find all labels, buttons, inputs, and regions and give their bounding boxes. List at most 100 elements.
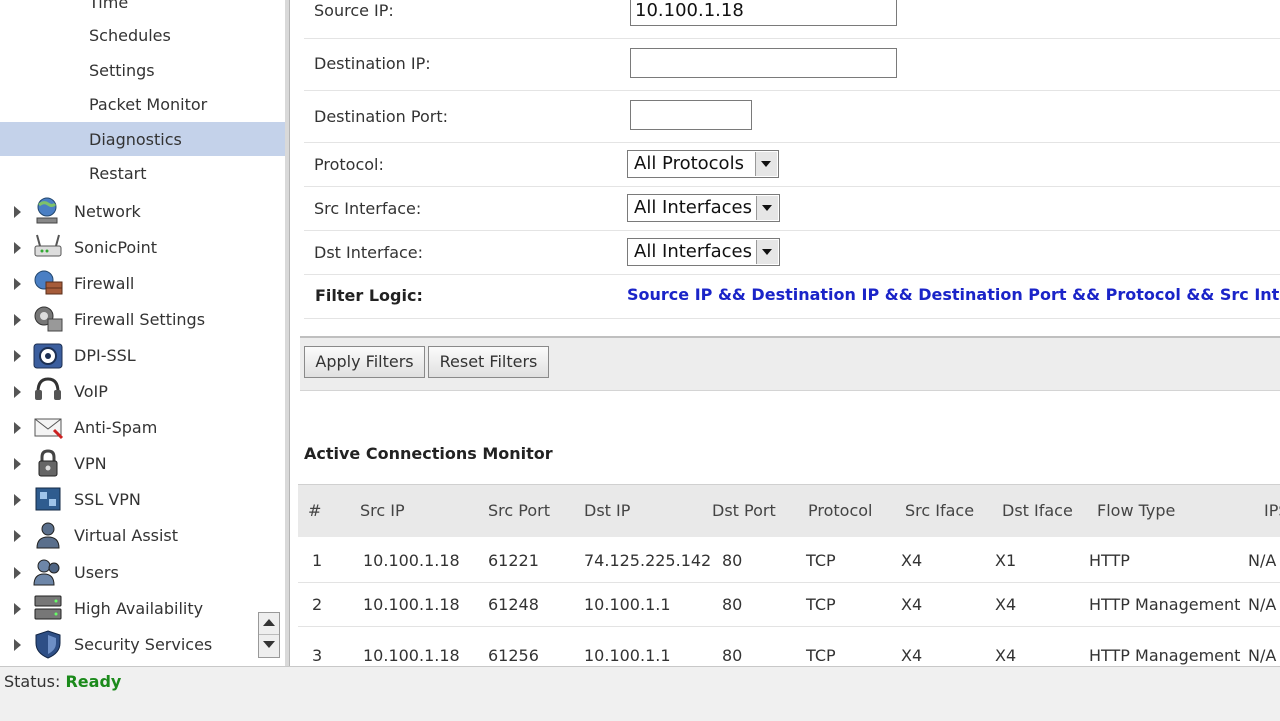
table-cell: 10.100.1.1 [584,646,671,665]
main-panel: Source IP: 10.100.1.18 Destination IP: D… [290,0,1280,666]
column-header[interactable]: Src Iface [905,485,974,537]
destination-ip-input[interactable] [630,48,897,78]
protocol-select-value: All Protocols [634,153,744,174]
src-interface-select[interactable]: All Interfaces [627,194,780,222]
expand-arrow-icon[interactable] [14,530,21,542]
status-label-wrap: Status: Ready [4,672,121,691]
column-header[interactable]: Src IP [360,485,405,537]
filter-row-dst-interface: Dst Interface: All Interfaces [304,230,1280,275]
scroll-up-icon[interactable] [259,613,279,635]
sidebar-item-settings[interactable]: Settings [89,54,155,88]
table-cell: HTTP Management [1089,595,1241,614]
sidebar-item-firewall[interactable]: Firewall [0,266,285,302]
sidebar-item-voip[interactable]: VoIP [0,374,285,410]
expand-arrow-icon[interactable] [14,422,21,434]
firewall-settings-icon [34,306,63,332]
sidebar-item-label: Network [74,202,141,221]
expand-arrow-icon[interactable] [14,350,21,362]
table-cell: 61256 [488,646,539,665]
status-label: Status: [4,672,61,691]
column-header[interactable]: Protocol [808,485,872,537]
table-cell: 10.100.1.1 [584,595,671,614]
sidebar-item-virtual-assist[interactable]: Virtual Assist [0,518,285,554]
column-header[interactable]: Flow Type [1097,485,1175,537]
expand-arrow-icon[interactable] [14,314,21,326]
lock-icon [38,449,58,477]
table-cell: 3 [312,646,323,665]
sidebar-item-ssl-vpn[interactable]: SSL VPN [0,482,285,518]
table-cell: 61248 [488,595,539,614]
table-cell: 2 [312,595,323,614]
expand-arrow-icon[interactable] [14,494,21,506]
sidebar-item-vpn[interactable]: VPN [0,446,285,482]
expand-arrow-icon[interactable] [14,386,21,398]
column-header[interactable]: Dst Iface [1002,485,1073,537]
sidebar-item-packet-monitor[interactable]: Packet Monitor [89,88,207,122]
column-header[interactable]: Src Port [488,485,550,537]
table-cell: X4 [995,595,1017,614]
sidebar-item-label: Security Services [74,635,213,654]
table-cell: X1 [995,551,1017,570]
protocol-label: Protocol: [314,155,384,174]
filter-button-bar: Apply Filters Reset Filters [300,336,1280,391]
table-row[interactable]: 1 10.100.1.18 61221 74.125.225.142 80 TC… [298,536,1280,583]
sidebar-item-label: VoIP [74,382,108,401]
table-cell: 10.100.1.18 [363,646,460,665]
table-cell: 61221 [488,551,539,570]
table-cell: X4 [995,646,1017,665]
sidebar-item-users[interactable]: Users [0,555,285,591]
chevron-down-icon[interactable] [756,196,778,220]
expand-arrow-icon[interactable] [14,206,21,218]
column-header[interactable]: Dst IP [584,485,630,537]
chevron-down-icon[interactable] [755,152,777,176]
sidebar-item-label: SSL VPN [74,490,141,509]
globe-icon [36,197,58,224]
sidebar-item-label: Firewall [74,274,135,293]
protocol-select[interactable]: All Protocols [627,150,779,178]
table-cell: TCP [806,595,836,614]
sidebar-item-firewall-settings[interactable]: Firewall Settings [0,302,285,338]
table-row[interactable]: 3 10.100.1.18 61256 10.100.1.1 80 TCP X4… [298,626,1280,666]
sidebar-item-sonicpoint[interactable]: SonicPoint [0,230,285,266]
table-row[interactable]: 2 10.100.1.18 61248 10.100.1.1 80 TCP X4… [298,582,1280,627]
table-cell: 80 [722,551,743,570]
status-bar: Status: Ready [0,666,1280,721]
sidebar-item-diagnostics[interactable]: Diagnostics [89,123,182,157]
column-header[interactable]: Dst Port [712,485,776,537]
chevron-down-icon[interactable] [756,240,778,264]
sidebar-item-label: VPN [74,454,107,473]
reset-filters-button[interactable]: Reset Filters [428,346,549,378]
sidebar-item-anti-spam[interactable]: Anti-Spam [0,410,285,446]
filter-logic-value: Source IP && Destination IP && Destinati… [627,285,1280,304]
table-cell: 80 [722,595,743,614]
sidebar-item-dpi-ssl[interactable]: DPI-SSL [0,338,285,374]
expand-arrow-icon[interactable] [14,639,21,651]
sidebar-item-high-availability[interactable]: High Availability [0,591,285,627]
destination-port-label: Destination Port: [314,107,449,126]
sidebar-scroll-buttons[interactable] [258,612,280,658]
sidebar-item-time[interactable]: Time [89,0,128,20]
table-cell: 10.100.1.18 [363,595,460,614]
table-cell: N/A [1248,646,1277,665]
expand-arrow-icon[interactable] [14,242,21,254]
apply-filters-button[interactable]: Apply Filters [304,346,425,378]
table-cell: X4 [901,595,923,614]
expand-arrow-icon[interactable] [14,603,21,615]
sidebar-item-security-services[interactable]: Security Services [0,627,285,663]
sidebar-item-schedules[interactable]: Schedules [89,19,171,53]
table-cell: X4 [901,646,923,665]
dst-interface-select[interactable]: All Interfaces [627,238,780,266]
expand-arrow-icon[interactable] [14,278,21,290]
section-title: Active Connections Monitor [304,444,553,463]
expand-arrow-icon[interactable] [14,458,21,470]
expand-arrow-icon[interactable] [14,567,21,579]
table-cell: 80 [722,646,743,665]
column-header[interactable]: # [308,485,321,537]
scroll-down-icon[interactable] [259,635,279,656]
sidebar-item-restart[interactable]: Restart [89,157,147,191]
source-ip-input[interactable]: 10.100.1.18 [630,0,897,26]
src-interface-select-value: All Interfaces [634,197,753,218]
column-header[interactable]: IPS [1264,485,1280,537]
destination-port-input[interactable] [630,100,752,130]
sidebar-item-network[interactable]: Network [0,194,285,230]
